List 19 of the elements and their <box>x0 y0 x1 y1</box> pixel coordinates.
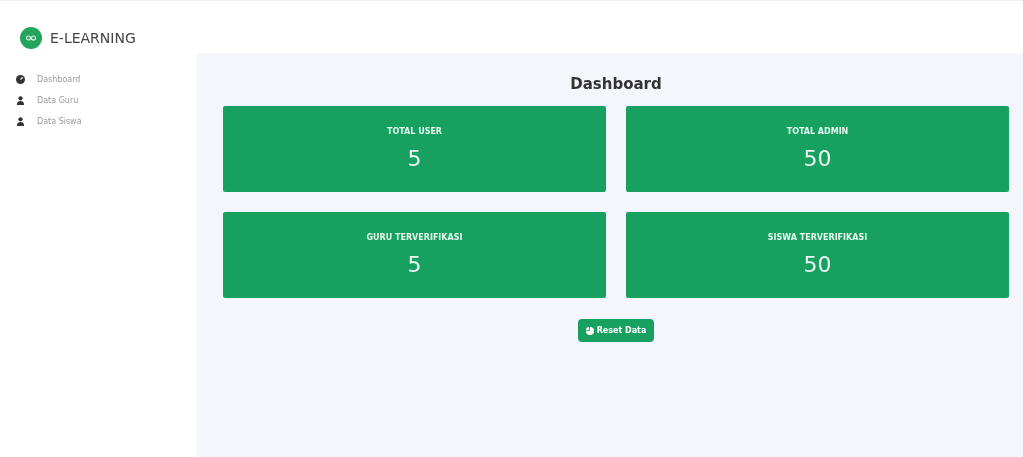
sidebar-item[interactable]: Dashboard <box>16 75 197 84</box>
pie-icon <box>585 326 594 335</box>
logo-icon <box>20 27 42 49</box>
sidebar-item[interactable]: Data Guru <box>16 96 197 105</box>
stat-value: 5 <box>407 252 422 277</box>
brand-name: E-LEARNING <box>50 30 136 46</box>
stat-label: SISWA TERVERIFIKASI <box>767 233 868 242</box>
stat-value: 5 <box>407 146 422 171</box>
sidebar-item[interactable]: Data Siswa <box>16 117 197 126</box>
user-icon <box>16 117 25 126</box>
page-title: Dashboard <box>570 75 662 93</box>
stat-value: 50 <box>803 252 832 277</box>
stat-label: TOTAL USER <box>386 127 443 136</box>
stat-value: 50 <box>803 146 832 171</box>
stat-label: GURU TERVERIFIKASI <box>366 233 463 242</box>
dashboard-icon <box>16 75 25 84</box>
stat-label: TOTAL ADMIN <box>786 127 849 136</box>
reset-button[interactable]: Reset Data <box>577 319 655 342</box>
user-icon <box>16 96 25 105</box>
